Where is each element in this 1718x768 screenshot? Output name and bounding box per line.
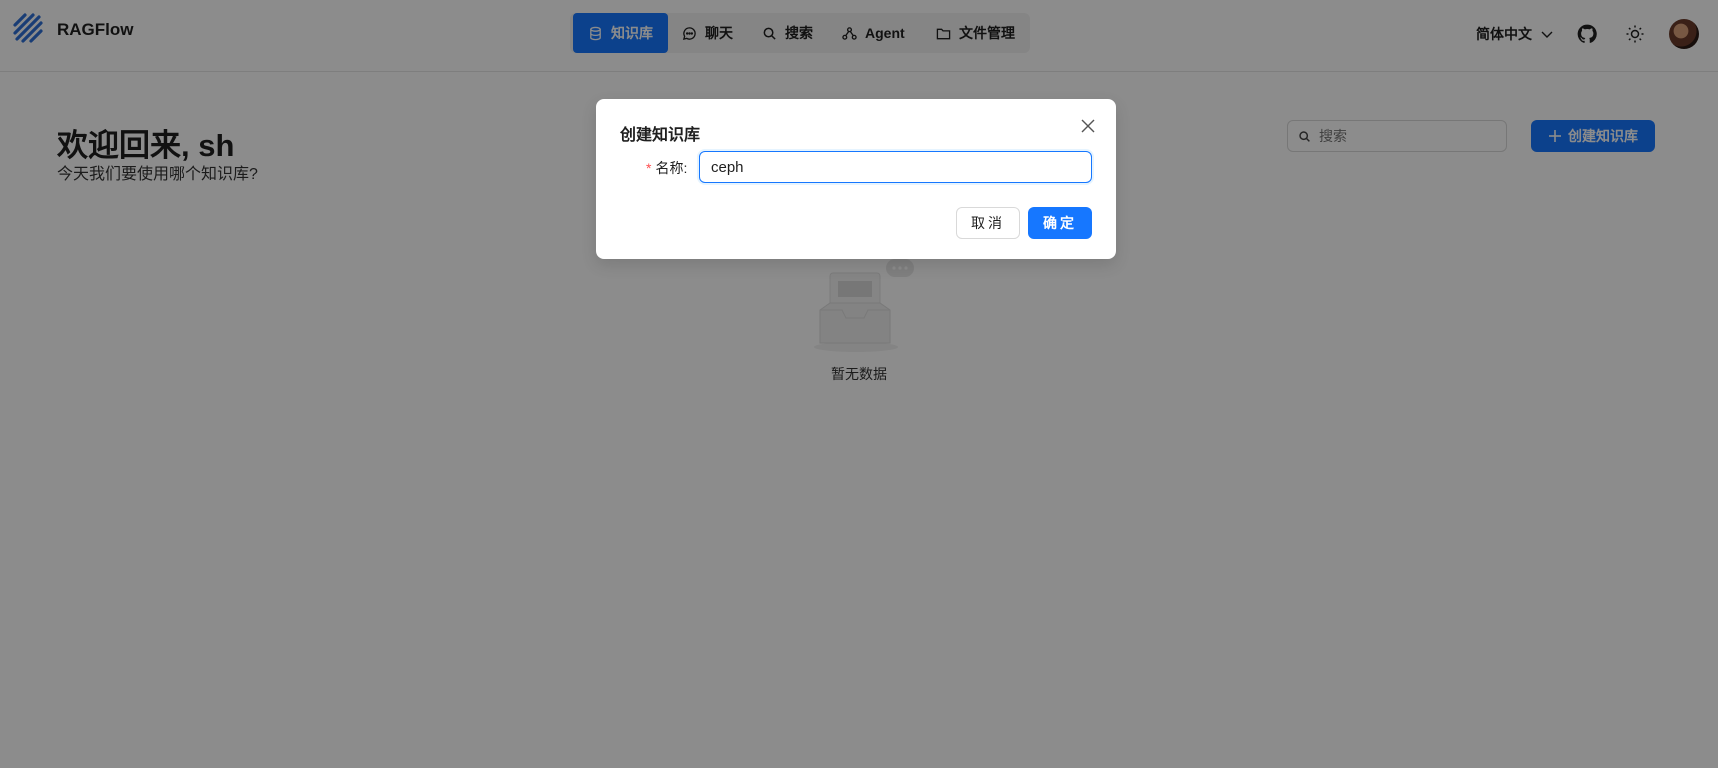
close-icon[interactable] bbox=[1080, 118, 1096, 134]
name-input[interactable] bbox=[699, 151, 1092, 183]
modal-title: 创建知识库 bbox=[620, 127, 701, 144]
confirm-button[interactable]: 确定 bbox=[1028, 207, 1092, 239]
required-marker: * bbox=[646, 160, 652, 176]
name-label-text: 名称: bbox=[655, 160, 688, 176]
name-field-label: * 名称: bbox=[646, 158, 687, 178]
cancel-button[interactable]: 取消 bbox=[956, 207, 1020, 239]
create-knowledge-base-modal: 创建知识库 *名称: 取消 确定 bbox=[596, 99, 1116, 259]
